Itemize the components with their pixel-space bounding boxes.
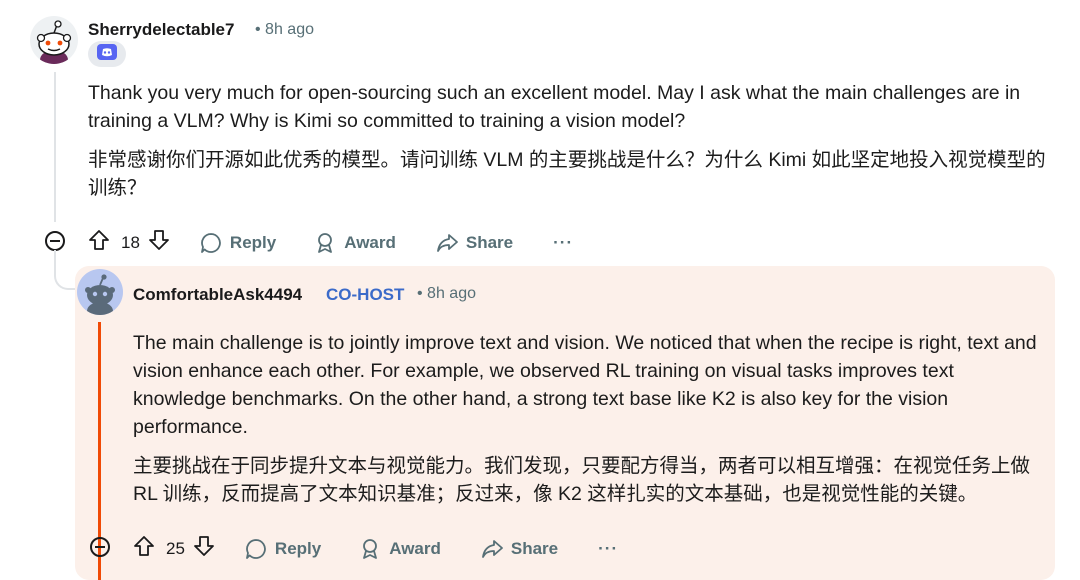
comment-icon xyxy=(200,232,222,254)
discord-icon xyxy=(97,43,117,65)
award-icon xyxy=(314,232,336,254)
reply-label: Reply xyxy=(274,538,322,558)
award-button[interactable]: Award xyxy=(359,538,441,560)
comment-timestamp: • 8h ago xyxy=(255,21,314,38)
award-button[interactable]: Award xyxy=(314,232,396,254)
time-label: 8h ago xyxy=(265,21,314,38)
reply-label: Reply xyxy=(229,232,277,252)
vote-count: 18 xyxy=(121,232,140,252)
minus-icon xyxy=(95,546,105,548)
share-label: Share xyxy=(465,232,514,252)
share-label: Share xyxy=(510,538,559,558)
reply-timestamp: • 8h ago xyxy=(417,285,476,302)
award-icon xyxy=(359,538,381,560)
award-label: Award xyxy=(344,232,396,252)
downvote-icon[interactable] xyxy=(148,229,170,256)
downvote-icon[interactable] xyxy=(193,535,215,562)
collapse-reply-button[interactable] xyxy=(90,537,110,557)
time-label: 8h ago xyxy=(427,285,476,302)
reply-body-zh: 主要挑战在于同步提升文本与视觉能力。我们发现，只要配方得当，两者可以相互增强：在… xyxy=(133,455,1031,505)
more-options-button[interactable]: ··· xyxy=(598,539,618,559)
comment-icon xyxy=(245,538,267,560)
share-button[interactable]: Share xyxy=(481,538,558,560)
comment-action-bar: 18 Reply Award Share ··· xyxy=(88,229,573,256)
reply-button[interactable]: Reply xyxy=(245,538,321,560)
user-flair xyxy=(88,41,126,67)
username[interactable]: Sherrydelectable7 xyxy=(88,20,234,40)
reply-body-en: The main challenge is to jointly improve… xyxy=(133,332,1037,438)
award-label: Award xyxy=(389,538,441,558)
share-icon xyxy=(436,232,458,254)
comment-body-zh: 非常感谢你们开源如此优秀的模型。请问训练 VLM 的主要挑战是什么？为什么 Ki… xyxy=(88,149,1046,199)
avatar[interactable] xyxy=(30,16,78,64)
vote-count: 25 xyxy=(166,538,185,558)
cohost-badge: CO-HOST xyxy=(326,285,405,304)
reply-action-bar: 25 Reply Award Share ··· xyxy=(133,535,618,562)
reply-avatar[interactable] xyxy=(77,269,123,315)
comment-body-en: Thank you very much for open-sourcing su… xyxy=(88,82,1021,132)
upvote-icon[interactable] xyxy=(133,535,155,562)
minus-icon xyxy=(50,240,60,242)
more-options-button[interactable]: ··· xyxy=(553,233,573,253)
reply-button[interactable]: Reply xyxy=(200,232,276,254)
reply-username[interactable]: ComfortableAsk4494 xyxy=(133,285,302,305)
upvote-icon[interactable] xyxy=(88,229,110,256)
share-icon xyxy=(481,538,503,560)
collapse-thread-button[interactable] xyxy=(45,231,65,251)
share-button[interactable]: Share xyxy=(436,232,513,254)
thread-line[interactable] xyxy=(54,72,56,222)
